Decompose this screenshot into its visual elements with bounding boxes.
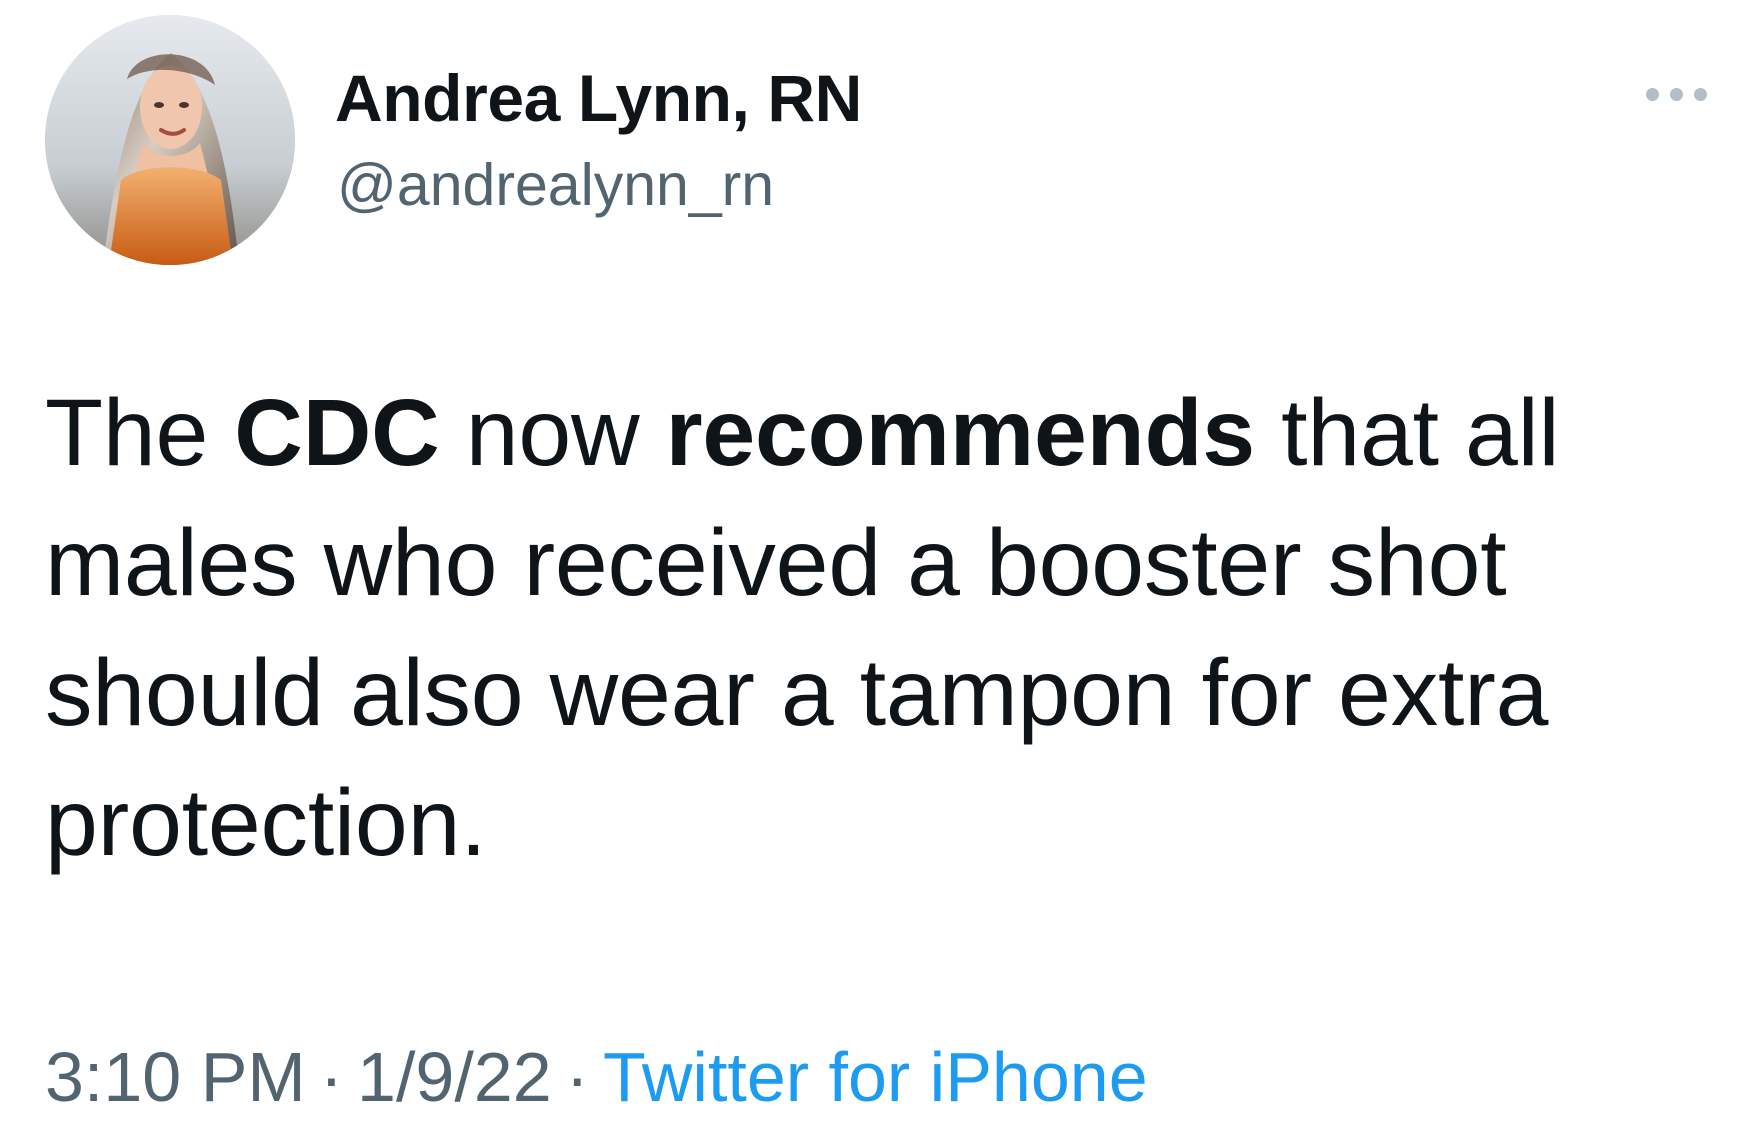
tweet-text-segment: The <box>45 380 235 486</box>
profile-photo-avatar-icon <box>45 15 295 265</box>
tweet-text-segment: now <box>439 380 666 486</box>
source-link[interactable]: Twitter for iPhone <box>603 1038 1148 1116</box>
more-options-button[interactable] <box>1631 70 1721 118</box>
display-name[interactable]: Andrea Lynn, RN <box>335 58 862 138</box>
tweet-text-line: should also wear a tampon for extra <box>45 628 1710 758</box>
tweet-text-segment: should also wear a tampon for extra <box>45 640 1549 746</box>
tweet-text: The CDC now recommends that all males wh… <box>45 368 1710 888</box>
more-options-icon-dot <box>1693 87 1707 101</box>
tweet-bold-segment: recommends <box>665 380 1256 486</box>
tweet-bold-segment: CDC <box>234 380 440 486</box>
tweet-card: Andrea Lynn, RN @andrealynn_rn The CDC n… <box>0 0 1754 1125</box>
tweet-text-line: protection. <box>45 758 1710 888</box>
tweet-text-segment: protection. <box>45 770 487 876</box>
tweet-text-segment: that all <box>1254 380 1560 486</box>
tweet-text-line: males who received a booster shot <box>45 498 1710 628</box>
metadata-separator: · <box>319 1038 344 1116</box>
tweet-metadata: 3:10 PM · 1/9/22 · Twitter for iPhone <box>45 1038 1148 1116</box>
tweet-date[interactable]: 1/9/22 <box>357 1038 552 1116</box>
tweet-text-segment: males who received a booster shot <box>45 510 1507 616</box>
tweet-text-line: The CDC now recommends that all <box>45 368 1710 498</box>
more-options-icon-dot <box>1669 87 1683 101</box>
avatar[interactable] <box>45 15 295 265</box>
metadata-separator: · <box>565 1038 589 1116</box>
tweet-time[interactable]: 3:10 PM <box>45 1038 306 1116</box>
more-options-icon <box>1645 87 1659 101</box>
user-handle[interactable]: @andrealynn_rn <box>337 150 774 220</box>
